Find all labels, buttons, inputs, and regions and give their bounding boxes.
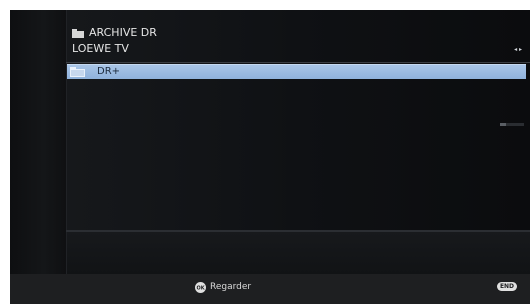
tv-screen: ARCHIVE DR LOEWE TV ◂ ▸ DR+ OK Regarder … <box>10 10 530 304</box>
end-key-badge[interactable]: END <box>497 282 517 291</box>
ok-action-label: Regarder <box>210 282 252 292</box>
archive-list: DR+ <box>67 64 530 230</box>
svg-text:OK: OK <box>196 286 205 292</box>
list-item[interactable]: DR+ <box>67 64 526 79</box>
source-name: LOEWE TV <box>72 42 129 55</box>
scroll-thumb <box>500 123 506 126</box>
list-item-label: DR+ <box>97 66 121 77</box>
ok-button-icon[interactable]: OK <box>195 282 206 293</box>
scroll-indicator <box>500 123 524 126</box>
left-rail <box>10 10 66 274</box>
header-divider <box>66 62 530 63</box>
left-right-arrows-icon: ◂ ▸ <box>514 46 522 53</box>
header: ARCHIVE DR LOEWE TV ◂ ▸ <box>72 26 530 64</box>
page-title: ARCHIVE DR <box>89 26 157 39</box>
folder-icon <box>72 29 84 38</box>
bottom-bar: OK Regarder END <box>10 274 530 304</box>
info-panel <box>67 232 530 274</box>
folder-icon <box>70 67 85 77</box>
